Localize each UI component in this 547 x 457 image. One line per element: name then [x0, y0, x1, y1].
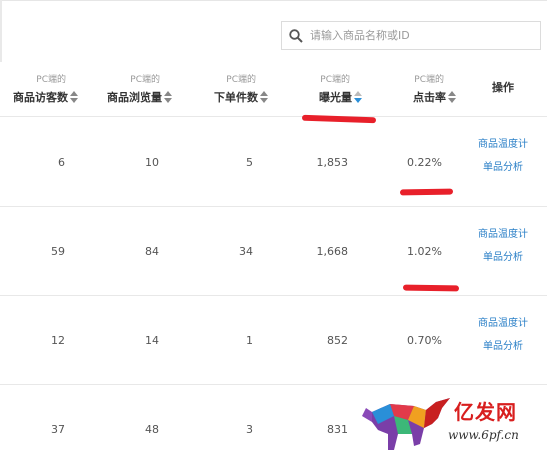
sort-icon[interactable] [70, 90, 78, 103]
bull-logo-icon [362, 398, 450, 450]
search-input[interactable] [310, 29, 530, 42]
orders-value: 1 [246, 334, 253, 347]
product-thermometer-link[interactable]: 商品温度计 [470, 133, 536, 156]
annotation-underline-ctr-row2 [402, 284, 460, 292]
watermark: 亿发网 www.6pf.cn [358, 394, 547, 457]
sort-icon[interactable] [448, 90, 456, 103]
views-value: 14 [145, 334, 159, 347]
views-value: 48 [145, 423, 159, 436]
column-sub-label: PC端的 [226, 75, 256, 85]
watermark-title: 亿发网 [454, 400, 517, 424]
ctr-value: 0.22% [407, 156, 442, 169]
table-row: 12 14 1 852 0.70% 商品温度计 单品分析 [0, 296, 547, 385]
product-thermometer-link[interactable]: 商品温度计 [470, 312, 536, 335]
ctr-value: 0.70% [407, 334, 442, 347]
visitors-value: 6 [58, 156, 65, 169]
table-row: 6 10 5 1,853 0.22% 商品温度计 单品分析 [0, 118, 547, 207]
column-header-orders[interactable]: PC端的 下单件数 [198, 74, 268, 106]
column-header-views[interactable]: PC端的 商品浏览量 [100, 74, 172, 106]
operation-header: 操作 [492, 81, 514, 94]
column-label: 点击率 [413, 91, 446, 104]
column-label: 商品浏览量 [107, 91, 162, 104]
visitors-value: 37 [51, 423, 65, 436]
table-row: 59 84 34 1,668 1.02% 商品温度计 单品分析 [0, 207, 547, 296]
column-sub-label: PC端的 [320, 75, 350, 85]
row-operations: 商品温度计 单品分析 [470, 133, 536, 179]
top-border [0, 0, 547, 1]
left-border [0, 0, 2, 62]
orders-value: 5 [246, 156, 253, 169]
exposure-value: 852 [327, 334, 348, 347]
annotation-underline-ctr-row1 [399, 188, 454, 196]
product-analysis-link[interactable]: 单品分析 [470, 335, 536, 358]
row-operations: 商品温度计 单品分析 [470, 312, 536, 358]
product-thermometer-link[interactable]: 商品温度计 [470, 223, 536, 246]
column-sub-label: PC端的 [130, 75, 160, 85]
table-header: PC端的 商品访客数 PC端的 商品浏览量 PC端的 下单件数 PC端的 曝光量… [0, 62, 547, 117]
row-operations: 商品温度计 单品分析 [470, 223, 536, 269]
search-icon[interactable] [282, 22, 310, 50]
orders-value: 3 [246, 423, 253, 436]
visitors-value: 12 [51, 334, 65, 347]
column-sub-label: PC端的 [414, 75, 444, 85]
column-header-exposure[interactable]: PC端的 曝光量 [300, 74, 362, 106]
column-label: 商品访客数 [13, 91, 68, 104]
exposure-value: 831 [327, 423, 348, 436]
sort-desc-icon[interactable] [354, 90, 362, 103]
sort-icon[interactable] [164, 90, 172, 103]
product-analysis-link[interactable]: 单品分析 [470, 246, 536, 269]
watermark-url: www.6pf.cn [448, 428, 519, 442]
product-analysis-link[interactable]: 单品分析 [470, 156, 536, 179]
views-value: 84 [145, 245, 159, 258]
sort-icon[interactable] [260, 90, 268, 103]
visitors-value: 59 [51, 245, 65, 258]
views-value: 10 [145, 156, 159, 169]
column-label: 曝光量 [319, 91, 352, 104]
ctr-value: 1.02% [407, 245, 442, 258]
exposure-value: 1,668 [316, 245, 349, 258]
column-header-visitors[interactable]: PC端的 商品访客数 [6, 74, 78, 106]
column-sub-label: PC端的 [36, 75, 66, 85]
search-box[interactable] [281, 21, 541, 50]
exposure-value: 1,853 [316, 156, 349, 169]
column-label: 下单件数 [214, 91, 258, 104]
column-header-ctr[interactable]: PC端的 点击率 [396, 74, 456, 106]
orders-value: 34 [239, 245, 253, 258]
